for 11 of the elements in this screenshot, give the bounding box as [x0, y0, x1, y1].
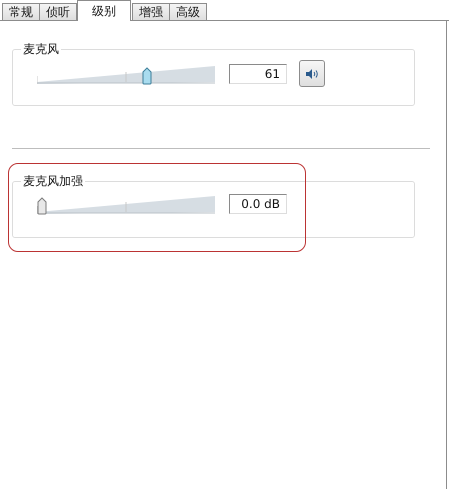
speaker-icon: [305, 68, 319, 80]
slider-thumb[interactable]: [37, 197, 47, 215]
speaker-button[interactable]: [299, 60, 325, 87]
tab[interactable]: 常规: [2, 3, 40, 21]
tab[interactable]: 级别: [77, 0, 131, 21]
tab[interactable]: 高级: [169, 3, 207, 21]
value-field[interactable]: 0.0 dB: [229, 194, 287, 214]
slider-thumb[interactable]: [142, 66, 152, 84]
tab[interactable]: 侦听: [39, 3, 77, 21]
tab[interactable]: 增强: [132, 3, 170, 21]
value-field[interactable]: 61: [229, 64, 287, 84]
